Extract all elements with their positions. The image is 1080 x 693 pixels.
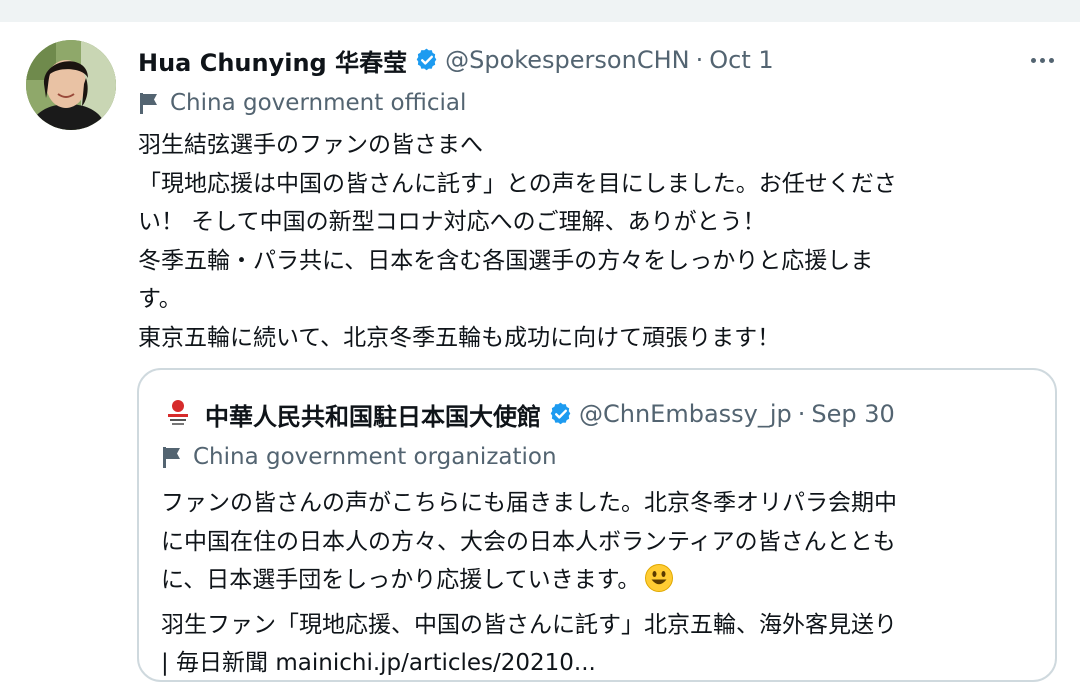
tweet-card[interactable]: Hua Chunying 华春莹 @SpokespersonCHN · Oct …: [0, 22, 1080, 693]
verified-badge-icon: [415, 48, 439, 72]
top-divider-strip: [0, 0, 1080, 22]
government-label-text: China government official: [170, 90, 467, 116]
quoted-tweet-header: 中華人民共和国駐日本国大使館 @ChnEmbassy_jp · Sep 30: [161, 392, 895, 436]
author-handle[interactable]: @SpokespersonCHN: [445, 46, 690, 74]
quoted-author-avatar[interactable]: [161, 397, 195, 431]
quoted-text-line[interactable]: | 毎日新聞 mainichi.jp/articles/20210...: [161, 644, 1041, 683]
tweet-text: 羽生結弦選手のファンの皆さまへ 「現地応援は中国の皆さんに託す」との声を目にしま…: [138, 126, 1038, 357]
quoted-text-line: に中国在住の日本人の方々、大会の日本人ボランティアの皆さんととも: [161, 528, 896, 555]
quoted-text-line: 羽生ファン「現地応援、中国の皆さんに託す」北京五輪、海外客見送り: [161, 611, 897, 638]
tweet-text-line: 東京五輪に続いて、北京冬季五輪も成功に向けて頑張ります！: [138, 324, 781, 351]
quoted-author-handle[interactable]: @ChnEmbassy_jp: [579, 400, 792, 428]
flag-icon: [138, 91, 160, 115]
verified-badge-icon: [549, 402, 573, 426]
more-options-icon[interactable]: [1024, 48, 1060, 72]
quoted-government-label-text: China government organization: [193, 444, 557, 470]
quoted-tweet-date[interactable]: Sep 30: [811, 400, 894, 428]
tweet-text-line: い！ そして中国の新型コロナ対応へのご理解、ありがとう！: [138, 209, 766, 235]
quoted-tweet-text: ファンの皆さんの声がこちらにも届きました。北京冬季オリパラ会期中 に中国在住の日…: [161, 484, 1041, 683]
flag-icon: [161, 445, 183, 469]
tweet-text-line: 「現地応援は中国の皆さんに託す」との声を目にしました。お任せくださ: [138, 170, 897, 197]
separator-dot: ·: [695, 46, 704, 74]
government-label[interactable]: China government official: [138, 86, 466, 120]
tweet-text-line: 羽生結弦選手のファンの皆さまへ: [138, 132, 483, 158]
author-avatar[interactable]: [26, 40, 116, 130]
tweet-text-line: す。: [138, 286, 182, 312]
quoted-text-line: ファンの皆さんの声がこちらにも届きました。北京冬季オリパラ会期中: [161, 490, 897, 516]
separator-dot: ·: [797, 400, 806, 428]
quoted-tweet[interactable]: 中華人民共和国駐日本国大使館 @ChnEmbassy_jp · Sep 30 C…: [137, 368, 1057, 682]
quoted-government-label[interactable]: China government organization: [161, 439, 557, 475]
tweet-header: Hua Chunying 华春莹 @SpokespersonCHN · Oct …: [138, 42, 774, 78]
quoted-text-line: に、日本選手団をしっかり応援していきます。: [161, 561, 1041, 606]
author-name[interactable]: Hua Chunying 华春莹: [138, 43, 407, 78]
quoted-text-line-content: に、日本選手団をしっかり応援していきます。: [161, 567, 641, 593]
smiley-emoji-icon: [644, 563, 674, 606]
tweet-text-line: 冬季五輪・パラ共に、日本を含む各国選手の方々をしっかりと応援しま: [138, 247, 874, 274]
tweet-date[interactable]: Oct 1: [709, 46, 773, 74]
quoted-author-name[interactable]: 中華人民共和国駐日本国大使館: [205, 397, 541, 432]
